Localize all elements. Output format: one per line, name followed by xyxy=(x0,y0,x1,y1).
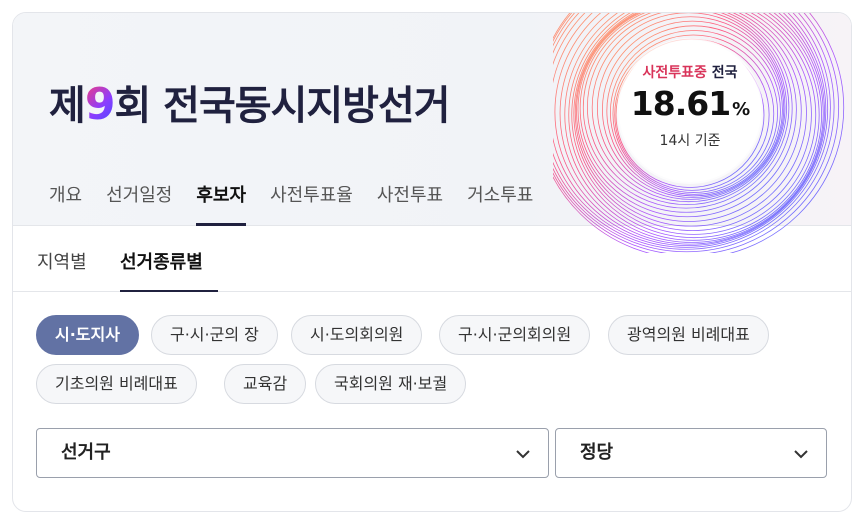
tab-early-voting[interactable]: 사전투표 xyxy=(377,181,443,226)
party-select[interactable]: 정당 xyxy=(555,428,827,478)
chip-national-by-election[interactable]: 국회의원 재·보궐 xyxy=(315,364,467,404)
chevron-down-icon xyxy=(794,450,808,459)
badge-label-accent: 사전투표중 xyxy=(642,65,707,81)
chip-superintendent[interactable]: 교육감 xyxy=(224,364,307,404)
turnout-unit: % xyxy=(732,99,750,120)
election-card: 제9회 전국동시지방선거 사전투표중 전국 18.61% 14시 기준 개요 선… xyxy=(12,12,852,512)
chevron-down-icon xyxy=(516,450,530,459)
party-select-label: 정당 xyxy=(580,442,614,463)
chip-provincial-proportional[interactable]: 광역의원 비례대표 xyxy=(608,315,769,355)
tab-early-turnout[interactable]: 사전투표율 xyxy=(270,181,353,226)
tab-absentee-voting[interactable]: 거소투표 xyxy=(467,181,533,226)
election-number: 9 xyxy=(84,79,116,130)
chip-local-council[interactable]: 구·시·군의회의원 xyxy=(439,315,591,355)
page-title: 제9회 전국동시지방선거 xyxy=(49,79,451,130)
chip-provincial-council[interactable]: 시·도의회의원 xyxy=(291,315,423,355)
chip-mayor[interactable]: 구·시·군의 장 xyxy=(151,315,278,355)
tab-overview[interactable]: 개요 xyxy=(49,181,82,226)
district-select-label: 선거구 xyxy=(61,442,111,463)
turnout-badge: 사전투표중 전국 18.61% 14시 기준 xyxy=(619,40,761,182)
turnout-time: 14시 기준 xyxy=(659,133,721,149)
main-tabs: 개요 선거일정 후보자 사전투표율 사전투표 거소투표 xyxy=(49,181,557,226)
tab-candidates[interactable]: 후보자 xyxy=(196,181,246,226)
hero-banner: 제9회 전국동시지방선거 사전투표중 전국 18.61% 14시 기준 개요 선… xyxy=(13,13,851,253)
subtab-by-election-type[interactable]: 선거종류별 xyxy=(120,248,218,292)
district-select[interactable]: 선거구 xyxy=(36,428,549,478)
turnout-value: 18.61% xyxy=(630,84,750,123)
chip-local-proportional[interactable]: 기초의원 비례대표 xyxy=(36,364,197,404)
subtab-by-region[interactable]: 지역별 xyxy=(37,248,87,292)
chip-governor[interactable]: 시·도지사 xyxy=(36,315,139,355)
tab-schedule[interactable]: 선거일정 xyxy=(106,181,172,226)
sub-tabs: 지역별 선거종류별 xyxy=(13,226,851,292)
badge-label-region: 전국 xyxy=(711,65,738,81)
